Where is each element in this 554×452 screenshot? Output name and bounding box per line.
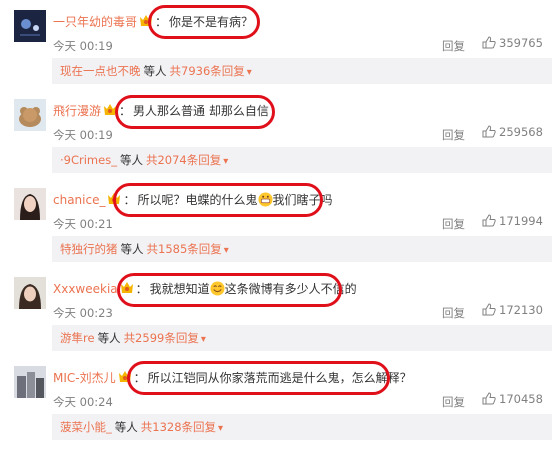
timestamp: 今天 00:19 bbox=[53, 128, 113, 142]
reply-total[interactable]: 共1328条回复 bbox=[141, 420, 216, 434]
avatar[interactable] bbox=[14, 99, 46, 131]
like-count: 259568 bbox=[499, 125, 543, 139]
timestamp: 今天 00:21 bbox=[53, 217, 113, 231]
like-count: 170458 bbox=[499, 392, 543, 406]
reply-button[interactable]: 回复 bbox=[442, 216, 465, 232]
reply-summary[interactable]: 特独行的猪 等人 共1585条回复 ▾ bbox=[52, 236, 552, 262]
thumbs-up-icon bbox=[482, 214, 496, 227]
reply-user[interactable]: ·9Crimes_ bbox=[60, 153, 117, 167]
username[interactable]: MIC-刘杰儿 bbox=[53, 371, 116, 385]
like-count: 172130 bbox=[499, 303, 543, 317]
reply-button[interactable]: 回复 bbox=[442, 394, 465, 410]
reply-button[interactable]: 回复 bbox=[442, 305, 465, 321]
highlight-ring bbox=[148, 5, 260, 39]
reply-user[interactable]: 菠菜小能_ bbox=[60, 420, 112, 434]
username[interactable]: chanice_ bbox=[53, 193, 105, 207]
comment-1: 一只年幼的毒哥：你是不是有病？ 今天 00:19 回复 359765 现在一点也… bbox=[0, 0, 554, 88]
avatar[interactable] bbox=[14, 277, 46, 309]
expand-arrow-icon[interactable]: ▾ bbox=[247, 67, 252, 78]
thumbs-up-icon bbox=[482, 36, 496, 49]
avatar[interactable] bbox=[14, 10, 46, 42]
reply-total[interactable]: 共2599条回复 bbox=[124, 331, 199, 345]
like-button[interactable]: 170458 bbox=[482, 392, 543, 406]
username[interactable]: Xxxweekia bbox=[53, 282, 118, 296]
avatar[interactable] bbox=[14, 366, 46, 398]
like-button[interactable]: 259568 bbox=[482, 125, 543, 139]
reply-user[interactable]: 特独行的猪 bbox=[60, 242, 118, 256]
timestamp: 今天 00:24 bbox=[53, 395, 113, 409]
thumbs-up-icon bbox=[482, 303, 496, 316]
like-button[interactable]: 359765 bbox=[482, 36, 543, 50]
like-count: 171994 bbox=[499, 214, 543, 228]
reply-summary[interactable]: ·9Crimes_ 等人 共2074条回复 ▾ bbox=[52, 147, 552, 173]
comment-3: chanice_：所以呢？电蝶的什么鬼 我们瞎子吗 今天 00:21 回复 171… bbox=[0, 178, 554, 266]
like-button[interactable]: 172130 bbox=[482, 303, 543, 317]
thumbs-up-icon bbox=[482, 125, 496, 138]
like-button[interactable]: 171994 bbox=[482, 214, 543, 228]
reply-total[interactable]: 共1585条回复 bbox=[147, 242, 222, 256]
username[interactable]: 飛行漫游 bbox=[53, 104, 101, 118]
reply-user[interactable]: 游隼re bbox=[60, 331, 95, 345]
timestamp: 今天 00:23 bbox=[53, 306, 113, 320]
comment-4: Xxxweekia：我就想知道 这条微博有多少人不信的 今天 00:23 回复 1… bbox=[0, 267, 554, 355]
reply-button[interactable]: 回复 bbox=[442, 127, 465, 143]
reply-summary[interactable]: 菠菜小能_ 等人 共1328条回复 ▾ bbox=[52, 414, 552, 440]
highlight-ring bbox=[113, 183, 323, 217]
timestamp: 今天 00:19 bbox=[53, 39, 113, 53]
expand-arrow-icon[interactable]: ▾ bbox=[224, 245, 229, 256]
thumbs-up-icon bbox=[482, 392, 496, 405]
reply-summary[interactable]: 游隼re 等人 共2599条回复 ▾ bbox=[52, 325, 552, 351]
highlight-ring bbox=[117, 273, 342, 307]
reply-summary[interactable]: 现在一点也不晚 等人 共7936条回复 ▾ bbox=[52, 58, 552, 84]
expand-arrow-icon[interactable]: ▾ bbox=[223, 156, 228, 167]
reply-total[interactable]: 共2074条回复 bbox=[146, 153, 221, 167]
expand-arrow-icon[interactable]: ▾ bbox=[201, 334, 206, 345]
comment-2: 飛行漫游：男人那么普通 却那么自信 今天 00:19 回复 259568 ·9C… bbox=[0, 89, 554, 177]
reply-user[interactable]: 现在一点也不晚 bbox=[60, 64, 141, 78]
username[interactable]: 一只年幼的毒哥 bbox=[53, 15, 137, 29]
highlight-ring bbox=[127, 361, 390, 395]
highlight-ring bbox=[115, 95, 275, 129]
like-count: 359765 bbox=[499, 36, 543, 50]
reply-total[interactable]: 共7936条回复 bbox=[170, 64, 245, 78]
reply-button[interactable]: 回复 bbox=[442, 38, 465, 54]
comment-5: MIC-刘杰儿：所以江铠同从你家落荒而逃是什么鬼，怎么解释？ 今天 00:24 … bbox=[0, 356, 554, 444]
avatar[interactable] bbox=[14, 188, 46, 220]
expand-arrow-icon[interactable]: ▾ bbox=[218, 423, 223, 434]
